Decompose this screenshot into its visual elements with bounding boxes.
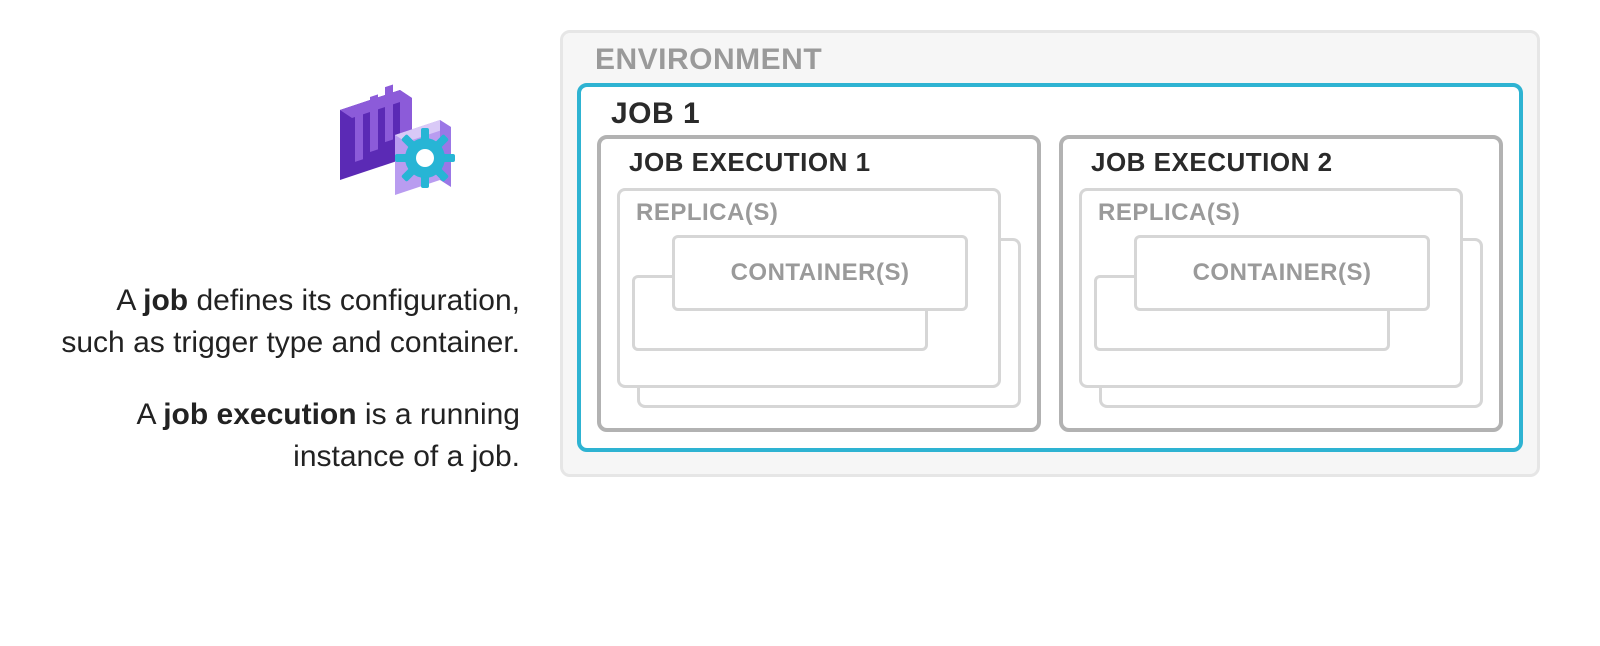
job-execution-label: JOB EXECUTION 1	[611, 139, 1027, 182]
bold-job-execution: job execution	[163, 398, 356, 431]
container-box-front: CONTAINER(S)	[1134, 235, 1430, 311]
container-box-front: CONTAINER(S)	[672, 235, 968, 311]
job-label: JOB 1	[593, 87, 1507, 135]
job-execution-box-2: JOB EXECUTION 2 REPLICA(S) CONTAINER(S)	[1059, 135, 1503, 432]
architecture-diagram: ENVIRONMENT JOB 1 JOB EXECUTION 1 REPLIC…	[560, 30, 1560, 477]
icon-wrap	[60, 80, 520, 210]
description-paragraph-2: A job execution is a running instance of…	[60, 394, 520, 478]
replica-stack: REPLICA(S) CONTAINER(S)	[1079, 188, 1483, 408]
replica-label: REPLICA(S)	[1094, 197, 1450, 231]
replica-box-front: REPLICA(S) CONTAINER(S)	[617, 188, 1001, 388]
replica-label: REPLICA(S)	[632, 197, 988, 231]
container-label: CONTAINER(S)	[731, 259, 910, 287]
bold-job: job	[143, 284, 188, 317]
left-column: A job defines its configuration, such as…	[60, 80, 520, 508]
job-execution-box-1: JOB EXECUTION 1 REPLICA(S) CONTAINER(S)	[597, 135, 1041, 432]
job-execution-label: JOB EXECUTION 2	[1073, 139, 1489, 182]
text: A	[116, 284, 143, 317]
container-stack: CONTAINER(S)	[632, 235, 988, 355]
job-box: JOB 1 JOB EXECUTION 1 REPLICA(S)	[577, 83, 1523, 452]
environment-label: ENVIRONMENT	[577, 33, 1523, 81]
replica-box-front: REPLICA(S) CONTAINER(S)	[1079, 188, 1463, 388]
description-text: A job defines its configuration, such as…	[60, 280, 520, 478]
description-paragraph-1: A job defines its configuration, such as…	[60, 280, 520, 364]
executions-row: JOB EXECUTION 1 REPLICA(S) CONTAINER(S)	[593, 135, 1507, 432]
environment-box: ENVIRONMENT JOB 1 JOB EXECUTION 1 REPLIC…	[560, 30, 1540, 477]
container-app-job-icon	[330, 80, 480, 210]
text: A	[137, 398, 164, 431]
container-stack: CONTAINER(S)	[1094, 235, 1450, 355]
diagram-canvas: A job defines its configuration, such as…	[0, 0, 1600, 646]
container-label: CONTAINER(S)	[1193, 259, 1372, 287]
replica-stack: REPLICA(S) CONTAINER(S)	[617, 188, 1021, 408]
